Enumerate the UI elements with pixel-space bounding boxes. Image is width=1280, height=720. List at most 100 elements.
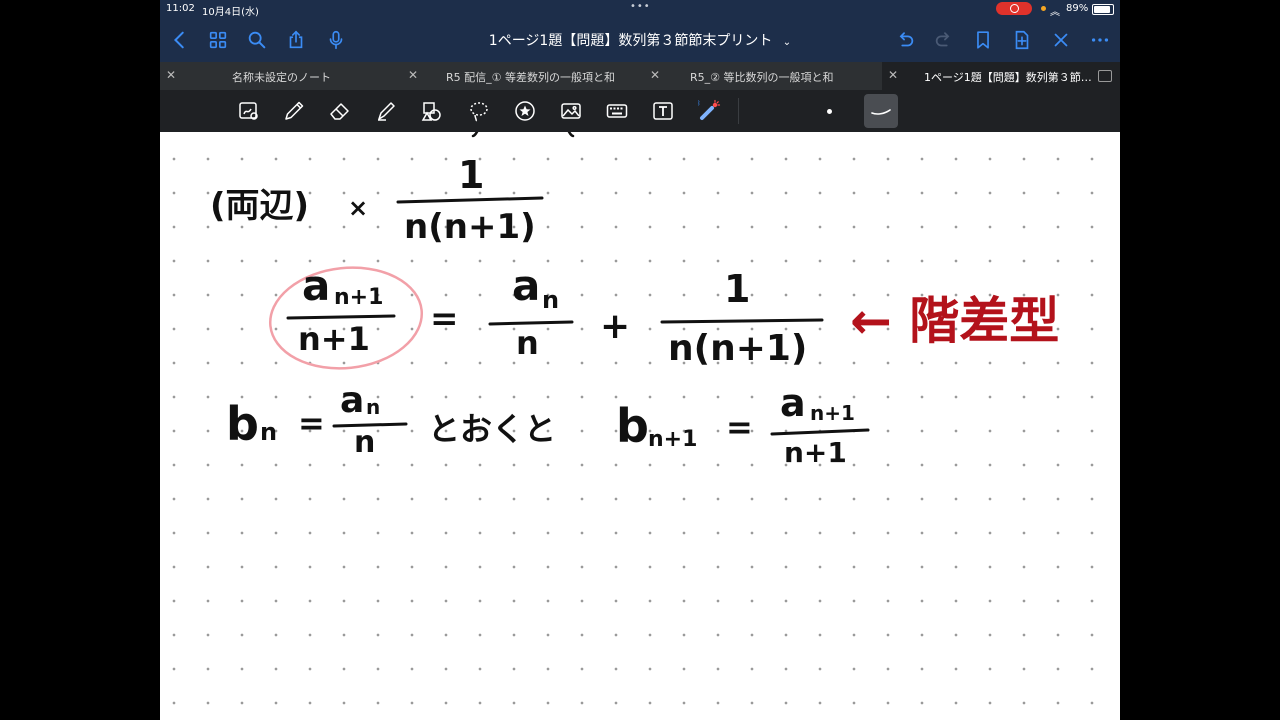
laser-pointer-icon: ᛒ bbox=[697, 99, 721, 120]
shapes-tool[interactable] bbox=[419, 98, 445, 124]
tab-current-document[interactable]: ✕ 1ページ1題【問題】数列第３節… bbox=[882, 62, 1120, 90]
line3-equals-2: = bbox=[726, 408, 753, 446]
status-time: 11:02 bbox=[166, 3, 195, 14]
eq-lhs-numerator-sub: n+1 bbox=[334, 285, 383, 310]
redo-icon bbox=[935, 32, 950, 47]
line3-frac-numerator-sub: n bbox=[366, 395, 380, 419]
sticker-tool[interactable] bbox=[512, 98, 538, 124]
pen-stroke-icon bbox=[871, 109, 891, 115]
text-box-tool[interactable] bbox=[650, 98, 676, 124]
line3-frac-denominator: n bbox=[354, 425, 375, 460]
eq-r1-denominator: n bbox=[516, 324, 539, 362]
laser-pointer-tool[interactable]: ᛒ bbox=[696, 98, 722, 124]
tab-close-icon[interactable]: ✕ bbox=[166, 68, 176, 82]
tab-label: R5_② 等比数列の一般項と和 bbox=[690, 71, 834, 84]
lasso-tool[interactable] bbox=[466, 98, 492, 124]
highlighter-tool[interactable] bbox=[373, 98, 399, 124]
handwriting-layer: (両辺) × 1 n(n+1) a n+1 n+1 = a n n + 1 n(… bbox=[210, 132, 1059, 469]
line3-frac-numerator: a bbox=[340, 380, 364, 421]
add-page-icon bbox=[1015, 30, 1029, 50]
keyboard-icon bbox=[606, 104, 628, 118]
screen-record-icon[interactable] bbox=[996, 2, 1032, 15]
tab-geometric-sequence[interactable]: ✕ R5_② 等比数列の一般項と和 bbox=[644, 62, 880, 90]
line3-equals: = bbox=[298, 404, 325, 442]
wifi-icon: ︽ bbox=[1050, 7, 1060, 18]
eq-r2-denominator: n(n+1) bbox=[668, 328, 807, 369]
more-icon bbox=[1091, 38, 1109, 42]
annotation-kaisa-type: ← 階差型 bbox=[850, 292, 1059, 350]
eq-r1-numerator-sub: n bbox=[542, 286, 559, 314]
zoom-window-tool[interactable] bbox=[236, 98, 262, 124]
eq-lhs-denominator: n+1 bbox=[298, 320, 370, 358]
keyboard-tool[interactable] bbox=[604, 98, 630, 124]
undo-icon bbox=[899, 32, 914, 47]
close-icon bbox=[1054, 33, 1068, 47]
tab-bar: ✕ 名称未設定のノート ✕ R5 配信_① 等差数列の一般項と和 ✕ R5_② … bbox=[160, 62, 1120, 90]
line1-label: (両辺) bbox=[210, 186, 309, 226]
redo-button[interactable] bbox=[932, 28, 956, 52]
tab-untitled-note[interactable]: ✕ 名称未設定のノート bbox=[160, 62, 412, 90]
tab-close-icon[interactable]: ✕ bbox=[650, 68, 660, 82]
bookmark-icon bbox=[977, 31, 989, 49]
line3-b2-sub: n+1 bbox=[648, 427, 697, 452]
undo-button[interactable] bbox=[893, 28, 917, 52]
orange-dot-icon bbox=[1041, 6, 1046, 11]
bookmark-button[interactable] bbox=[971, 28, 995, 52]
eraser-icon bbox=[330, 103, 349, 120]
tab-label: R5 配信_① 等差数列の一般項と和 bbox=[446, 71, 615, 84]
eq-r2-frac-bar bbox=[660, 318, 824, 324]
eq-lhs-numerator: a bbox=[302, 261, 330, 310]
pen-tool[interactable] bbox=[281, 98, 307, 124]
line3-b2: b bbox=[616, 399, 649, 453]
tab-arithmetic-sequence[interactable]: ✕ R5 配信_① 等差数列の一般項と和 bbox=[402, 62, 654, 90]
line3-b: b bbox=[226, 397, 259, 451]
pen-size-option[interactable] bbox=[816, 98, 842, 124]
note-canvas[interactable]: (両辺) × 1 n(n+1) a n+1 n+1 = a n n + 1 n(… bbox=[160, 132, 1120, 720]
eraser-tool[interactable] bbox=[327, 98, 353, 124]
drawing-toolbar: ᛒ bbox=[160, 90, 1120, 132]
zoom-icon bbox=[239, 102, 258, 120]
lasso-icon bbox=[470, 102, 488, 122]
document-title-text: 1ページ1題【問題】数列第３節節末プリント bbox=[488, 33, 773, 49]
eq-r2-numerator: 1 bbox=[724, 267, 750, 311]
eq-plus: + bbox=[600, 306, 630, 347]
eq-r1-numerator: a bbox=[512, 261, 540, 310]
line3-frac2-numerator: a bbox=[780, 381, 806, 425]
line3-frac2-denominator: n+1 bbox=[784, 436, 847, 469]
status-bar: 11:02 10月4日(水) ••• ︽ 89% bbox=[160, 0, 1120, 18]
eq-lhs-frac-bar bbox=[286, 314, 396, 320]
cropped-stroke bbox=[471, 132, 479, 138]
tab-label: 名称未設定のノート bbox=[232, 71, 331, 84]
line1-times: × bbox=[348, 194, 368, 222]
close-toolbar-button[interactable] bbox=[1049, 28, 1073, 52]
svg-text:ᛒ: ᛒ bbox=[697, 100, 701, 107]
chevron-down-icon: ⌄ bbox=[782, 37, 792, 48]
line3-frac2-bar bbox=[770, 428, 870, 436]
add-page-button[interactable] bbox=[1010, 28, 1034, 52]
split-view-icon[interactable] bbox=[1098, 70, 1112, 82]
tab-close-icon[interactable]: ✕ bbox=[888, 68, 898, 82]
sticker-icon bbox=[515, 101, 535, 121]
cropped-stroke bbox=[567, 132, 575, 138]
line1-frac-bar bbox=[396, 196, 544, 204]
shapes-icon bbox=[421, 102, 441, 121]
tab-label: 1ページ1題【問題】数列第３節… bbox=[924, 71, 1092, 84]
goodnotes-window: 11:02 10月4日(水) ••• ︽ 89% 1ページ1題【問題】数列第３節… bbox=[160, 0, 1120, 720]
pen-icon bbox=[285, 101, 304, 120]
highlighter-icon bbox=[378, 102, 395, 121]
text-box-icon bbox=[653, 102, 673, 120]
line1-frac-numerator: 1 bbox=[458, 153, 484, 197]
battery-icon bbox=[1092, 4, 1114, 15]
more-button[interactable] bbox=[1088, 28, 1112, 52]
pen-stroke-option[interactable] bbox=[864, 94, 898, 128]
image-tool[interactable] bbox=[558, 98, 584, 124]
status-date: 10月4日(水) bbox=[202, 7, 259, 18]
line3-b-sub: n bbox=[260, 418, 277, 446]
battery-percent: 89% bbox=[1066, 3, 1089, 14]
navigation-bar: 1ページ1題【問題】数列第３節節末プリント ⌄ bbox=[160, 18, 1120, 62]
line1-frac-denominator: n(n+1) bbox=[404, 207, 536, 247]
line3-frac2-numerator-sub: n+1 bbox=[810, 401, 855, 425]
multitask-dots-icon[interactable]: ••• bbox=[630, 1, 651, 12]
tab-close-icon[interactable]: ✕ bbox=[408, 68, 418, 82]
pen-size-dot-icon bbox=[826, 108, 832, 114]
